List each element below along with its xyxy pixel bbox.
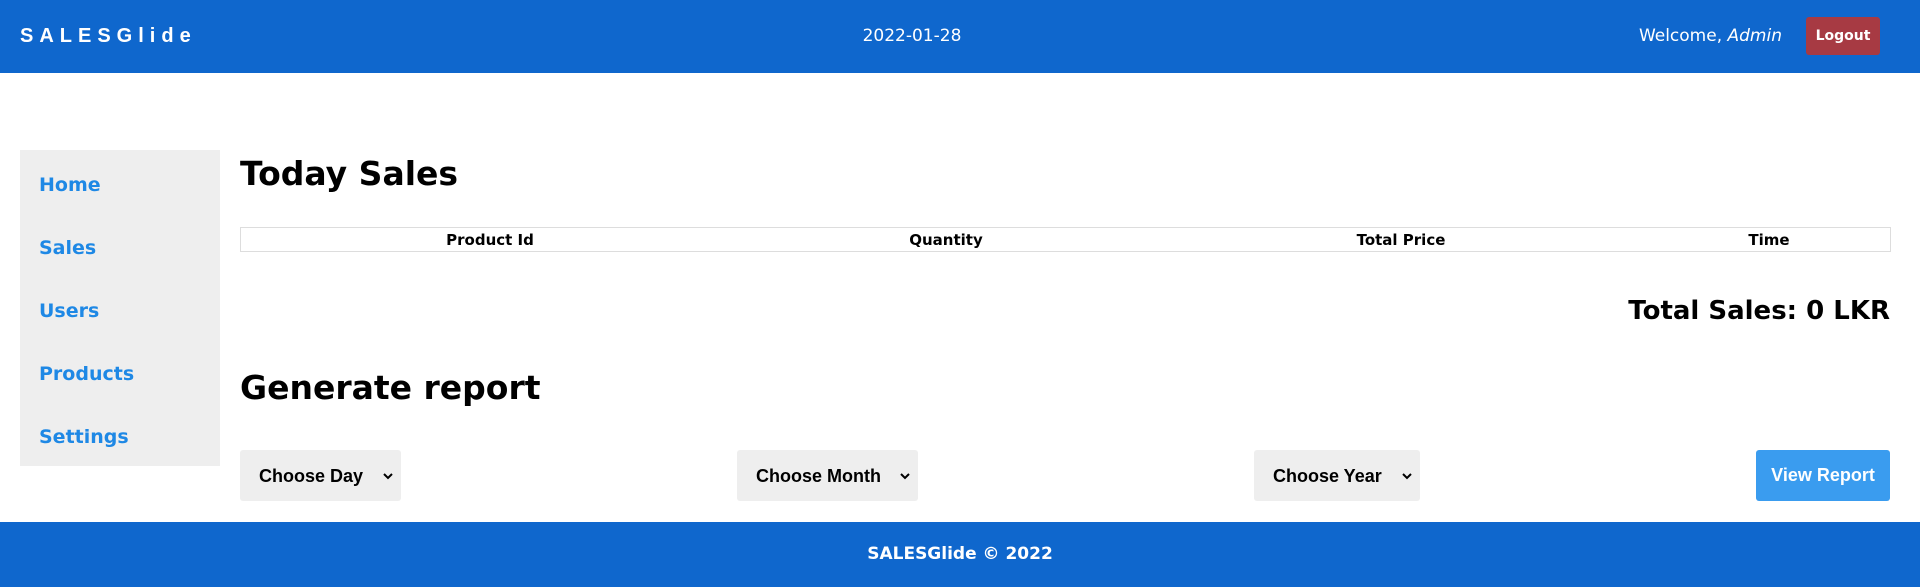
month-select-value: Choose Month xyxy=(756,466,881,486)
day-select-value: Choose Day xyxy=(259,466,364,486)
sidebar-item-home[interactable]: Home xyxy=(39,173,101,197)
sidebar: Home Sales Users Products Settings xyxy=(20,150,220,466)
year-select[interactable]: Choose Year xyxy=(1254,450,1420,501)
column-header-quantity: Quantity xyxy=(909,231,983,249)
top-navbar: SALESGlide 2022-01-28 Welcome, Admin Log… xyxy=(0,0,1920,73)
sidebar-item-sales[interactable]: Sales xyxy=(39,236,96,260)
user-name: Admin xyxy=(1727,26,1782,46)
generate-report-heading: Generate report xyxy=(240,368,541,407)
day-select[interactable]: Choose Day xyxy=(240,450,401,501)
column-header-product-id: Product Id xyxy=(446,231,534,249)
welcome-message: Welcome, Admin xyxy=(1639,25,1782,47)
chevron-down-icon xyxy=(900,473,910,480)
total-sales-label: Total Sales: 0 LKR xyxy=(1628,296,1890,326)
current-date: 2022-01-28 xyxy=(862,26,962,46)
footer: SALESGlide © 2022 xyxy=(0,522,1920,587)
view-report-button[interactable]: View Report xyxy=(1756,450,1890,501)
chevron-down-icon xyxy=(1402,473,1412,480)
chevron-down-icon xyxy=(383,473,393,480)
sales-table: Product Id Quantity Total Price Time xyxy=(240,227,1891,252)
column-header-time: Time xyxy=(1748,231,1790,249)
today-sales-heading: Today Sales xyxy=(240,154,459,193)
footer-copyright: SALESGlide © 2022 xyxy=(867,544,1053,564)
column-header-total-price: Total Price xyxy=(1356,231,1446,249)
sidebar-item-settings[interactable]: Settings xyxy=(39,425,129,449)
logout-button[interactable]: Logout xyxy=(1806,17,1880,55)
year-select-value: Choose Year xyxy=(1273,466,1382,486)
sidebar-item-products[interactable]: Products xyxy=(39,362,134,386)
welcome-prefix: Welcome, xyxy=(1638,26,1728,46)
sidebar-item-users[interactable]: Users xyxy=(39,299,99,323)
month-select[interactable]: Choose Month xyxy=(737,450,918,501)
